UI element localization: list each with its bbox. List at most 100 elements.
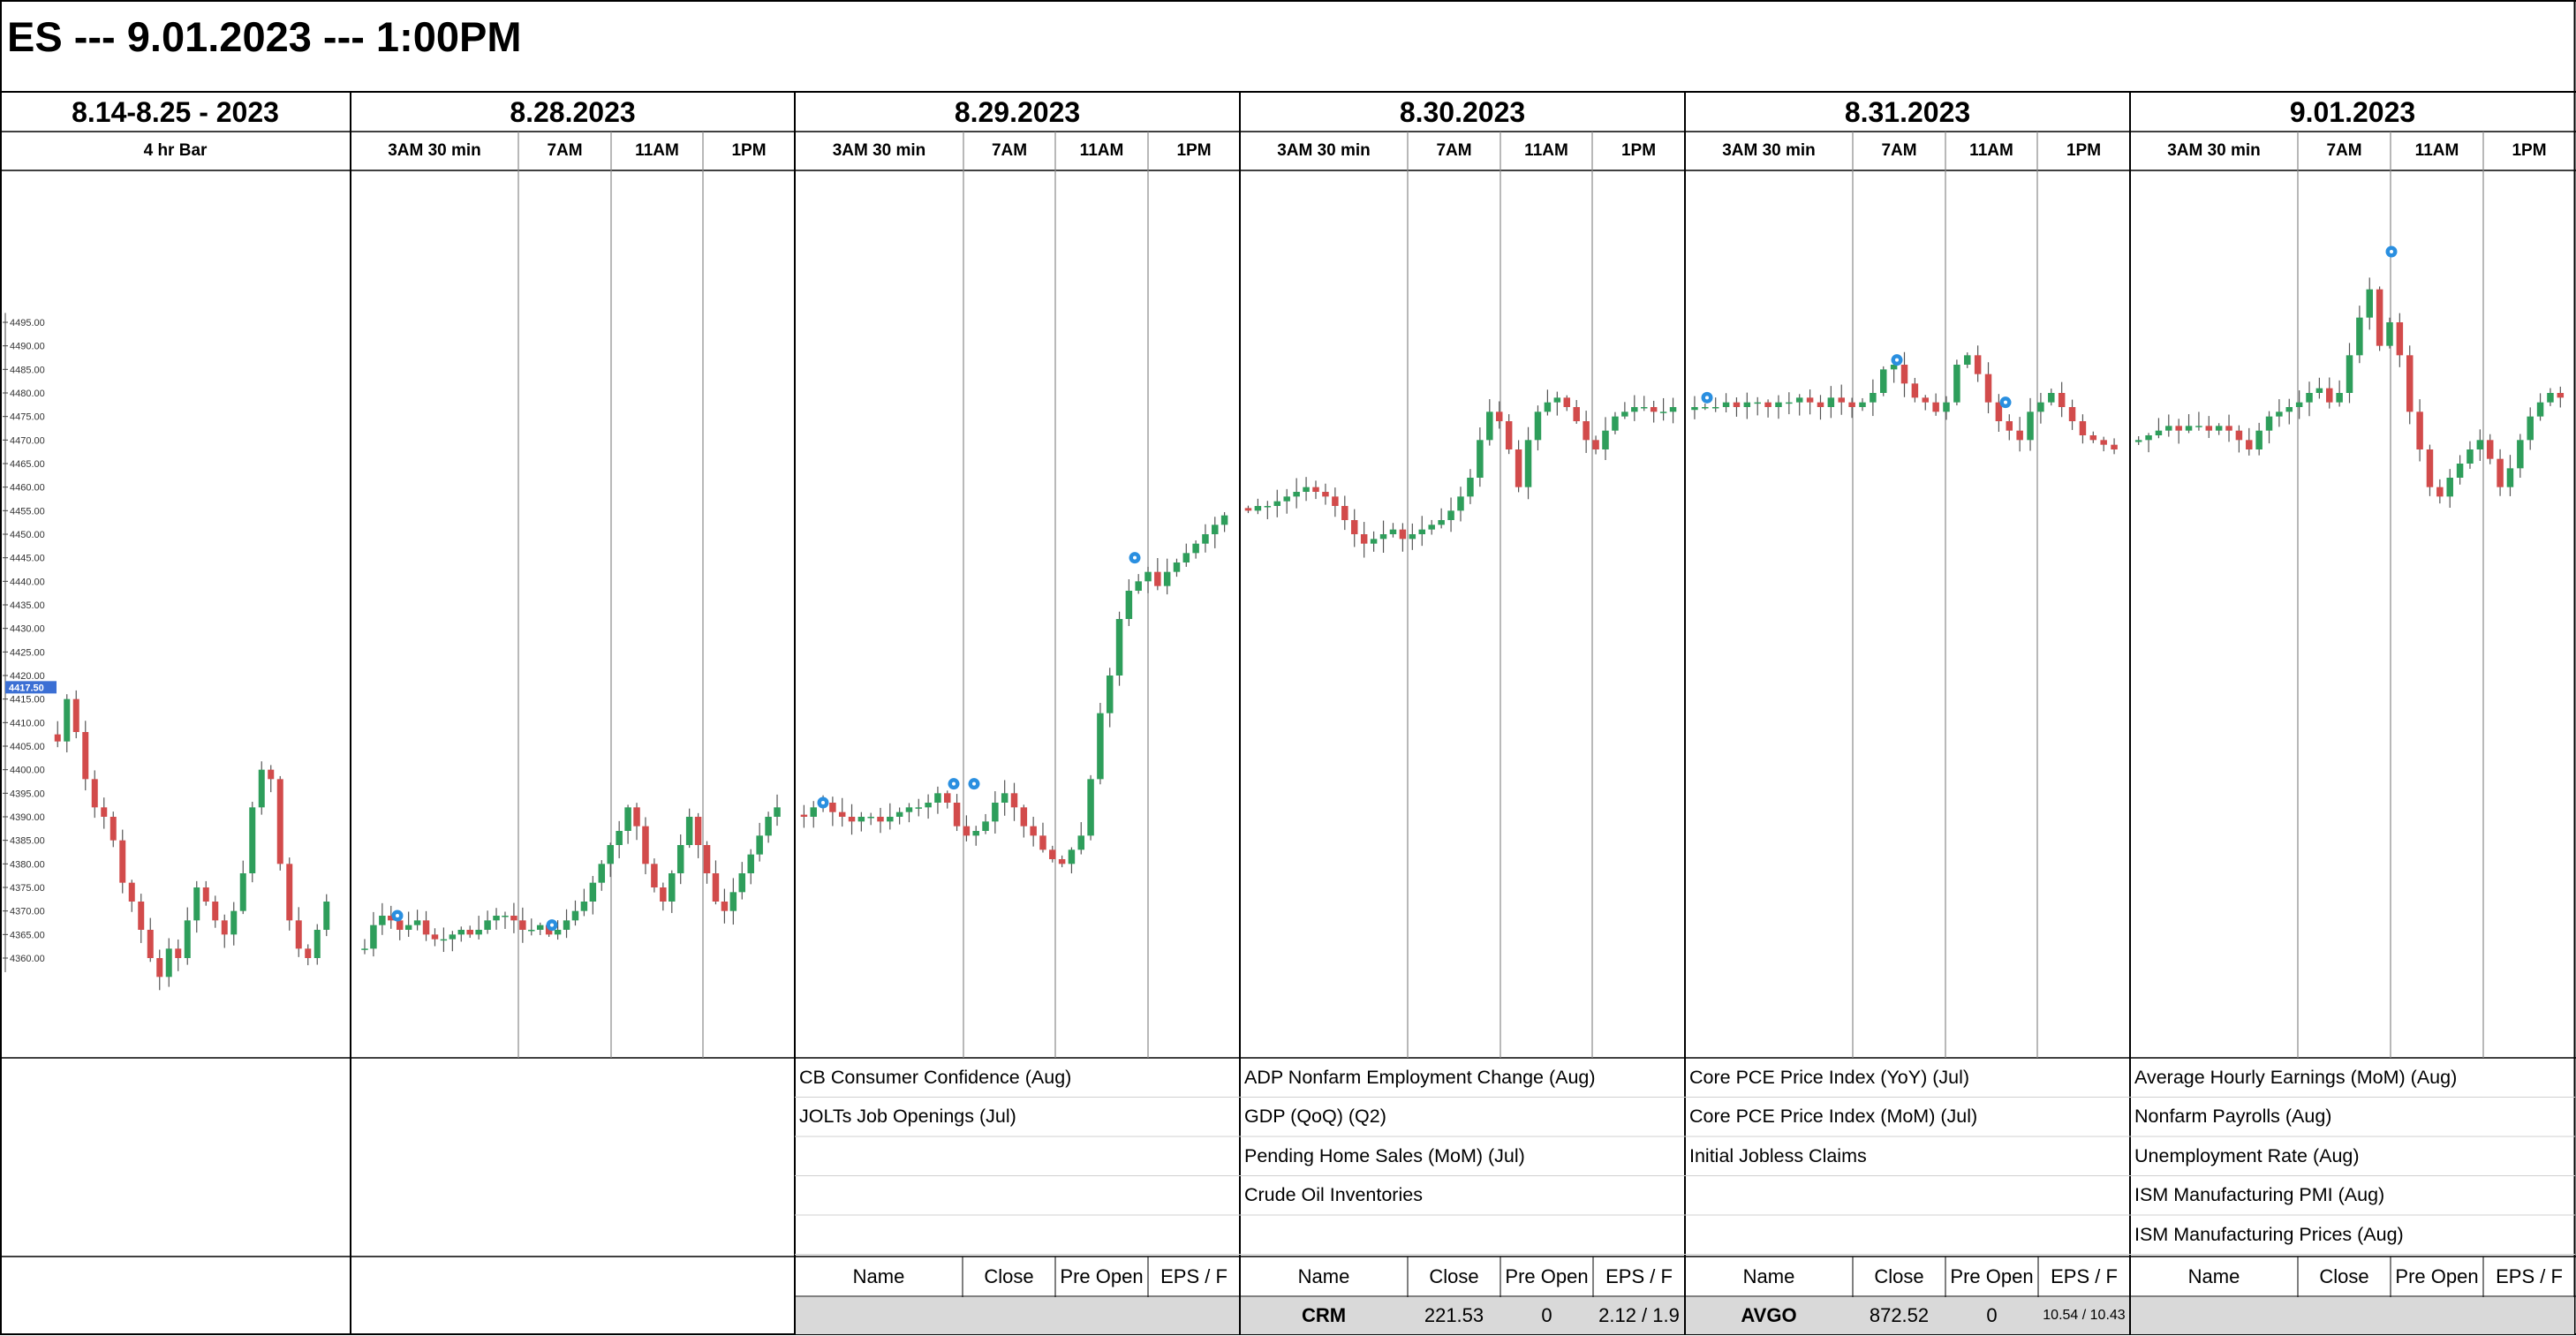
y-tick-label: 4380.00 (10, 859, 45, 870)
earnings-header: Pre Open (1060, 1265, 1144, 1287)
candle (1438, 508, 1445, 529)
economic-event: Initial Jobless Claims (1689, 1144, 1867, 1166)
candle (1943, 396, 1950, 420)
candle (258, 761, 265, 815)
candle (1341, 495, 1348, 531)
candle (887, 803, 894, 830)
candle (765, 811, 772, 843)
candle (2426, 444, 2434, 496)
economic-event: Pending Home Sales (MoM) (Jul) (1244, 1144, 1525, 1166)
candle (694, 812, 702, 858)
y-tick-label: 4435.00 (10, 600, 45, 611)
earnings-pre-open: 0 (1541, 1304, 1552, 1326)
candle (589, 876, 597, 915)
candle (2089, 431, 2097, 443)
candle (64, 694, 71, 753)
candle (2255, 422, 2262, 456)
earnings-header: EPS / F (2496, 1265, 2563, 1287)
candle (1848, 397, 1855, 419)
candle (1602, 417, 1609, 460)
economic-event: ISM Manufacturing PMI (Aug) (2134, 1184, 2385, 1205)
candle (1293, 478, 1300, 509)
economic-event: Core PCE Price Index (MoM) (Jul) (1689, 1106, 1978, 1127)
candle (466, 925, 473, 939)
economic-event: Core PCE Price Index (YoY) (Jul) (1689, 1066, 1970, 1088)
candle (712, 860, 720, 905)
candle (982, 813, 989, 834)
candle (212, 895, 219, 928)
candle (2195, 411, 2202, 431)
economic-event: Average Hourly Earnings (MoM) (Aug) (2134, 1066, 2458, 1088)
y-tick-label: 4455.00 (10, 506, 45, 517)
candle (1534, 405, 1542, 451)
candle (1399, 523, 1407, 552)
earnings-header: Close (1874, 1265, 1924, 1287)
candle (563, 909, 570, 939)
candle (193, 880, 200, 933)
candle (1010, 782, 1018, 821)
candle (2037, 392, 2044, 424)
candle (1932, 393, 1939, 416)
candle (1360, 522, 1368, 558)
candle (2006, 414, 2013, 441)
y-tick-label: 4445.00 (10, 554, 45, 564)
candle (2058, 381, 2066, 418)
spreadsheet: ES --- 9.01.2023 --- 1:00PM 8.14-8.25 - … (0, 0, 2576, 1336)
candle (268, 765, 275, 793)
candle (2506, 455, 2514, 496)
candle (877, 807, 884, 834)
y-tick-label: 4400.00 (10, 766, 45, 776)
candle (230, 902, 238, 946)
candle (1583, 411, 1590, 453)
candle (1332, 487, 1339, 517)
candle (1220, 511, 1228, 532)
event-marker-dot (550, 923, 554, 927)
candle (1370, 531, 1378, 552)
candle (669, 870, 676, 913)
candle (2165, 414, 2172, 437)
candle (431, 928, 439, 947)
candle (295, 907, 302, 957)
earnings-row-background (2131, 1297, 2574, 1334)
candle (1409, 523, 1416, 550)
candle (1154, 558, 1161, 591)
candle (943, 790, 951, 809)
candle (1467, 469, 1474, 504)
candle (165, 938, 172, 987)
candle (729, 878, 737, 925)
earnings-header: Pre Open (1950, 1265, 2034, 1287)
candle (1640, 396, 1648, 411)
candle (147, 917, 154, 962)
candle (1786, 392, 1793, 415)
candle (101, 797, 108, 829)
candle (2215, 423, 2223, 435)
candle (2048, 389, 2055, 406)
candle (2386, 317, 2393, 349)
candle (2466, 441, 2474, 469)
candle (2396, 313, 2404, 367)
candle (1879, 366, 1887, 396)
candle (54, 721, 61, 748)
candle (1817, 395, 1824, 420)
candle (2366, 277, 2373, 330)
candle (598, 860, 606, 891)
candle (2068, 399, 2076, 430)
candle (1806, 389, 1814, 415)
candle (449, 931, 457, 952)
candle (1049, 845, 1056, 863)
economic-event: Crude Oil Inventories (1244, 1184, 1423, 1205)
candle (660, 882, 667, 911)
candle (953, 794, 961, 832)
event-marker-dot (1705, 396, 1709, 400)
candle (2246, 427, 2253, 456)
y-tick-label: 4370.00 (10, 907, 45, 917)
candle (1254, 498, 1262, 515)
candle (1283, 488, 1290, 514)
candle (457, 926, 465, 942)
candle (747, 849, 754, 885)
y-tick-label: 4410.00 (10, 718, 45, 728)
y-tick-label: 4430.00 (10, 624, 45, 635)
candle (774, 794, 781, 827)
candle (2315, 377, 2323, 399)
candle (370, 911, 377, 957)
